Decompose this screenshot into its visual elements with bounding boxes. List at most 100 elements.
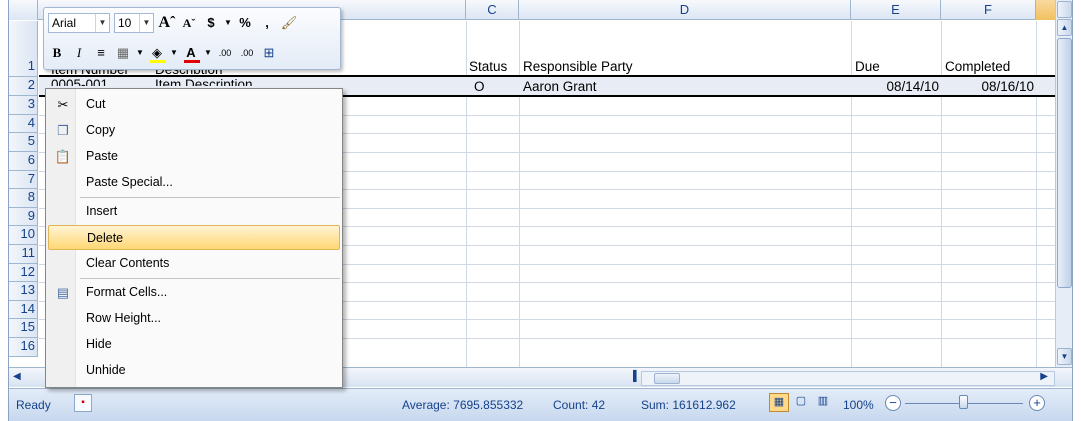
- font-name-value: Arial: [52, 16, 77, 30]
- menu-item-insert[interactable]: Insert: [48, 199, 340, 224]
- menu-item-row-height[interactable]: Row Height...: [48, 306, 340, 331]
- font-name-combo[interactable]: Arial ▼: [48, 13, 110, 33]
- tab-split-icon[interactable]: ▌: [633, 371, 640, 382]
- scroll-up-button[interactable]: ▲: [1057, 19, 1072, 36]
- zoom-out-icon[interactable]: −: [885, 395, 901, 411]
- select-all-corner[interactable]: [9, 0, 38, 20]
- row-header-15[interactable]: 15: [9, 319, 38, 338]
- menu-item-paste-special-label: Paste Special...: [86, 175, 173, 189]
- currency-button[interactable]: $: [202, 13, 220, 33]
- row-header-16[interactable]: 16: [9, 338, 38, 357]
- cell-responsible[interactable]: Aaron Grant: [523, 79, 597, 94]
- menu-item-unhide[interactable]: Unhide: [48, 358, 340, 383]
- row-header-8[interactable]: 8: [9, 189, 38, 208]
- menu-item-paste-label: Paste: [86, 149, 118, 163]
- normal-view-icon[interactable]: ▦: [769, 393, 789, 412]
- menu-item-paste-special[interactable]: Paste Special...: [48, 170, 340, 195]
- column-header-g[interactable]: [1036, 0, 1057, 20]
- cell-description[interactable]: Item Description: [155, 77, 253, 86]
- first-sheet-icon[interactable]: ◀: [13, 371, 21, 382]
- chevron-down-icon[interactable]: ▼: [95, 14, 109, 32]
- clipboard-icon: 📋: [54, 149, 72, 164]
- font-size-value: 10: [118, 16, 132, 30]
- zoom-in-icon[interactable]: +: [1029, 395, 1045, 411]
- fill-color-button[interactable]: ◈: [148, 43, 166, 63]
- row-header-12[interactable]: 12: [9, 264, 38, 282]
- chevron-down-icon[interactable]: ▼: [204, 43, 212, 63]
- page-break-view-icon[interactable]: ▥: [813, 393, 833, 412]
- menu-item-delete[interactable]: Delete: [48, 225, 340, 250]
- column-header-b[interactable]: [341, 0, 466, 20]
- bold-button[interactable]: B: [48, 43, 66, 63]
- scroll-thumb[interactable]: [1057, 38, 1072, 288]
- horizontal-scroll-thumb[interactable]: [654, 373, 680, 384]
- cell-due-header[interactable]: Due: [855, 59, 880, 74]
- chevron-down-icon[interactable]: ▼: [224, 13, 232, 33]
- menu-item-cut[interactable]: ✂ Cut: [48, 92, 340, 117]
- context-menu: ✂ Cut ❐ Copy 📋 Paste Paste Special... In…: [45, 88, 343, 388]
- cell-due[interactable]: 08/14/10: [851, 79, 939, 94]
- font-size-combo[interactable]: 10 ▼: [114, 13, 154, 33]
- scroll-down-button[interactable]: ▼: [1057, 348, 1072, 365]
- chevron-down-icon[interactable]: ▼: [139, 14, 153, 32]
- cell-item-number[interactable]: 0005-001: [51, 77, 108, 86]
- menu-item-copy[interactable]: ❐ Copy: [48, 118, 340, 143]
- row-header-1[interactable]: 1: [9, 21, 38, 77]
- row-header-6[interactable]: 6: [9, 152, 38, 171]
- split-box[interactable]: [1057, 1, 1072, 18]
- decrease-decimal-button[interactable]: .00: [238, 43, 256, 63]
- row-header-7[interactable]: 7: [9, 171, 38, 189]
- shrink-font-button[interactable]: Aˇ: [180, 13, 198, 33]
- zoom-level[interactable]: 100%: [843, 398, 874, 412]
- percent-button[interactable]: %: [236, 13, 254, 33]
- macro-record-icon[interactable]: ▪: [74, 394, 92, 412]
- status-sum: Sum: 161612.962: [641, 398, 736, 412]
- grow-font-button[interactable]: Aˆ: [158, 13, 176, 33]
- menu-item-clear-contents[interactable]: Clear Contents: [48, 251, 340, 276]
- menu-item-hide-label: Hide: [86, 337, 112, 351]
- merge-center-icon[interactable]: ⊞: [260, 43, 278, 63]
- italic-button[interactable]: I: [70, 43, 88, 63]
- cell-status-header[interactable]: Status: [469, 59, 507, 74]
- format-painter-icon[interactable]: 🖌: [280, 13, 298, 33]
- zoom-slider-thumb[interactable]: [959, 395, 968, 409]
- row-header-2[interactable]: 2: [9, 77, 38, 96]
- horizontal-scrollbar[interactable]: [641, 371, 1055, 386]
- cell-completed-header[interactable]: Completed: [945, 59, 1010, 74]
- column-header-e[interactable]: E: [851, 0, 941, 20]
- row-header-14[interactable]: 14: [9, 301, 38, 319]
- row-header-3[interactable]: 3: [9, 96, 38, 115]
- increase-decimal-button[interactable]: .00: [216, 43, 234, 63]
- menu-item-cut-label: Cut: [86, 97, 106, 111]
- cell-completed[interactable]: 08/16/10: [941, 79, 1034, 94]
- chevron-down-icon[interactable]: ▼: [170, 43, 178, 63]
- row-header-13[interactable]: 13: [9, 282, 38, 301]
- menu-item-format-cells[interactable]: ▤ Format Cells...: [48, 280, 340, 305]
- column-header-f[interactable]: F: [941, 0, 1036, 20]
- scroll-right-icon[interactable]: ▶: [1040, 371, 1048, 382]
- page-layout-view-icon[interactable]: ▢: [791, 393, 811, 412]
- column-header-c[interactable]: C: [466, 0, 519, 20]
- column-header-d[interactable]: D: [519, 0, 851, 20]
- menu-item-paste[interactable]: 📋 Paste: [48, 144, 340, 169]
- chevron-down-icon[interactable]: ▼: [136, 43, 144, 63]
- row-header-5[interactable]: 5: [9, 133, 38, 152]
- row-header-4[interactable]: 4: [9, 115, 38, 133]
- cell-status[interactable]: O: [474, 79, 485, 94]
- borders-icon[interactable]: ▦: [114, 43, 132, 63]
- font-color-button[interactable]: A: [182, 43, 200, 63]
- font-color-swatch: [184, 60, 200, 63]
- row-header-11[interactable]: 11: [9, 245, 38, 264]
- row-header-9[interactable]: 9: [9, 208, 38, 226]
- gridline: [466, 21, 467, 367]
- menu-item-row-height-label: Row Height...: [86, 311, 162, 325]
- menu-item-delete-label: Delete: [87, 231, 124, 245]
- menu-separator: [80, 197, 340, 198]
- cell-responsible-header[interactable]: Responsible Party: [523, 59, 633, 74]
- row-header-10[interactable]: 10: [9, 226, 38, 245]
- center-align-icon[interactable]: ≡: [92, 43, 110, 63]
- comma-style-button[interactable]: ,: [258, 13, 276, 33]
- menu-item-hide[interactable]: Hide: [48, 332, 340, 357]
- status-mode: Ready: [16, 398, 51, 412]
- vertical-scrollbar[interactable]: ▲ ▼: [1055, 0, 1072, 367]
